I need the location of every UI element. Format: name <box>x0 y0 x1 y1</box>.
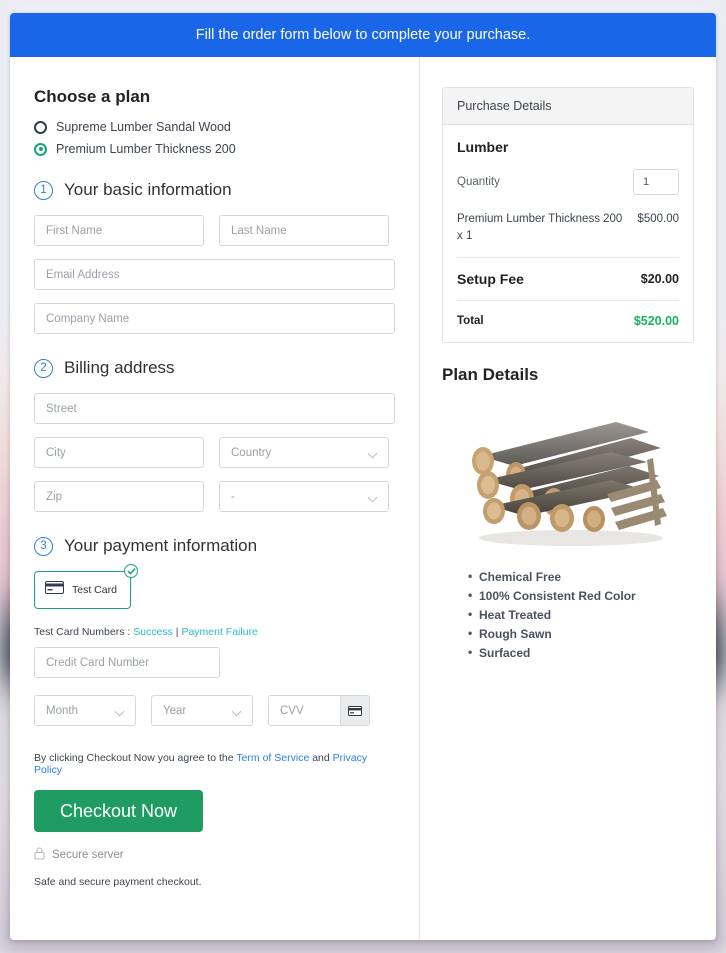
line-item-name: Premium Lumber Thickness 200 x 1 <box>457 213 623 242</box>
safe-checkout-note: Safe and secure payment checkout. <box>34 876 202 888</box>
step-title: Billing address <box>64 358 175 377</box>
plan-option-premium[interactable]: Premium Lumber Thickness 200 <box>34 142 395 156</box>
name-row: First Name Last Name <box>34 215 395 246</box>
state-select[interactable]: - <box>219 481 389 512</box>
street-input[interactable]: Street <box>34 393 395 424</box>
credit-card-number-input[interactable]: Credit Card Number <box>34 647 220 678</box>
purchase-details-panel: Purchase Details Lumber Quantity 1 Premi… <box>442 87 694 344</box>
lock-icon <box>34 847 45 863</box>
cvv-card-icon[interactable] <box>340 696 369 725</box>
city-input[interactable]: City <box>34 437 204 468</box>
test-card-option[interactable]: Test Card <box>34 571 131 609</box>
test-card-numbers-row: Test Card Numbers : Success | Payment Fa… <box>34 626 395 638</box>
email-row: Email Address <box>34 259 395 290</box>
payment-method-group: Test Card <box>34 564 138 609</box>
checkout-now-button[interactable]: Checkout Now <box>34 790 203 832</box>
plan-features-list: Chemical Free 100% Consistent Red Color … <box>468 569 694 660</box>
divider <box>457 257 679 259</box>
company-row: Company Name <box>34 303 395 334</box>
success-card-link[interactable]: Success <box>133 626 173 638</box>
divider <box>457 300 679 302</box>
plan-details-heading: Plan Details <box>442 365 539 385</box>
email-input[interactable]: Email Address <box>34 259 395 290</box>
card-expiry-cvv-row: Month Year CVV <box>34 695 395 726</box>
choose-plan-heading: Choose a plan <box>34 87 151 106</box>
terms-of-service-link[interactable]: Term of Service <box>236 752 309 764</box>
checkout-card: Fill the order form below to complete yo… <box>10 13 716 940</box>
plan-option-supreme[interactable]: Supreme Lumber Sandal Wood <box>34 120 395 134</box>
terms-and: and <box>309 752 333 764</box>
lumber-product-image <box>471 422 667 547</box>
credit-card-icon <box>45 581 64 599</box>
terms-prefix: By clicking Checkout Now you agree to th… <box>34 752 237 764</box>
last-name-input[interactable]: Last Name <box>219 215 389 246</box>
radio-unselected-icon[interactable] <box>34 120 47 134</box>
cvv-field-group: CVV <box>268 695 370 726</box>
country-select[interactable]: Country <box>219 437 389 468</box>
product-title: Lumber <box>457 139 509 155</box>
step-title: Your basic information <box>64 180 232 199</box>
setup-fee-amount: $20.00 <box>640 272 679 287</box>
step-basic-information: 1 Your basic information <box>34 180 395 200</box>
city-country-row: City Country <box>34 437 395 468</box>
quantity-input[interactable]: 1 <box>633 169 679 195</box>
expiry-month-select[interactable]: Month <box>34 695 136 726</box>
test-card-label: Test Card <box>72 584 117 596</box>
total-row: Total $520.00 <box>457 314 679 328</box>
total-label: Total <box>457 315 484 328</box>
step-title: Your payment information <box>64 536 258 555</box>
step-billing-address: 2 Billing address <box>34 358 395 378</box>
total-amount: $520.00 <box>633 314 679 329</box>
expiry-year-select[interactable]: Year <box>151 695 253 726</box>
quantity-row: Quantity 1 <box>457 169 679 195</box>
step-number-badge: 3 <box>34 536 53 556</box>
zip-state-row: Zip - <box>34 481 395 512</box>
step-number-badge: 1 <box>34 180 53 200</box>
list-item: Surfaced <box>468 645 694 660</box>
company-name-input[interactable]: Company Name <box>34 303 395 334</box>
purchase-details-body: Lumber Quantity 1 Premium Lumber Thickne… <box>443 125 693 342</box>
terms-agreement-text: By clicking Checkout Now you agree to th… <box>34 752 395 776</box>
cvv-input[interactable]: CVV <box>269 696 340 725</box>
summary-column: Purchase Details Lumber Quantity 1 Premi… <box>420 57 716 940</box>
list-item: Rough Sawn <box>468 626 694 641</box>
setup-fee-row: Setup Fee $20.00 <box>457 271 679 287</box>
plan-option-label: Supreme Lumber Sandal Wood <box>56 120 231 134</box>
line-item-amount: $500.00 <box>637 213 679 225</box>
checkout-body: Choose a plan Supreme Lumber Sandal Wood… <box>10 57 716 940</box>
order-form-column: Choose a plan Supreme Lumber Sandal Wood… <box>10 57 420 940</box>
quantity-label: Quantity <box>457 176 500 188</box>
test-card-numbers-label: Test Card Numbers : <box>34 626 134 638</box>
radio-selected-icon[interactable] <box>34 142 47 156</box>
page-banner: Fill the order form below to complete yo… <box>10 13 716 57</box>
purchase-details-header: Purchase Details <box>443 88 693 125</box>
first-name-input[interactable]: First Name <box>34 215 204 246</box>
list-item: Chemical Free <box>468 569 694 584</box>
secure-server-row: Secure server <box>34 847 395 863</box>
payment-failure-card-link[interactable]: Payment Failure <box>181 626 257 638</box>
check-circle-icon <box>124 564 138 578</box>
step-number-badge: 2 <box>34 358 53 378</box>
banner-text: Fill the order form below to complete yo… <box>195 27 531 43</box>
zip-input[interactable]: Zip <box>34 481 204 512</box>
list-item: Heat Treated <box>468 607 694 622</box>
line-item-row: Premium Lumber Thickness 200 x 1 $500.00 <box>457 211 679 244</box>
list-item: 100% Consistent Red Color <box>468 588 694 603</box>
setup-fee-label: Setup Fee <box>457 271 524 288</box>
street-row: Street <box>34 393 395 424</box>
plan-option-label: Premium Lumber Thickness 200 <box>56 142 236 156</box>
secure-server-label: Secure server <box>52 849 124 861</box>
step-payment-information: 3 Your payment information <box>34 536 395 556</box>
